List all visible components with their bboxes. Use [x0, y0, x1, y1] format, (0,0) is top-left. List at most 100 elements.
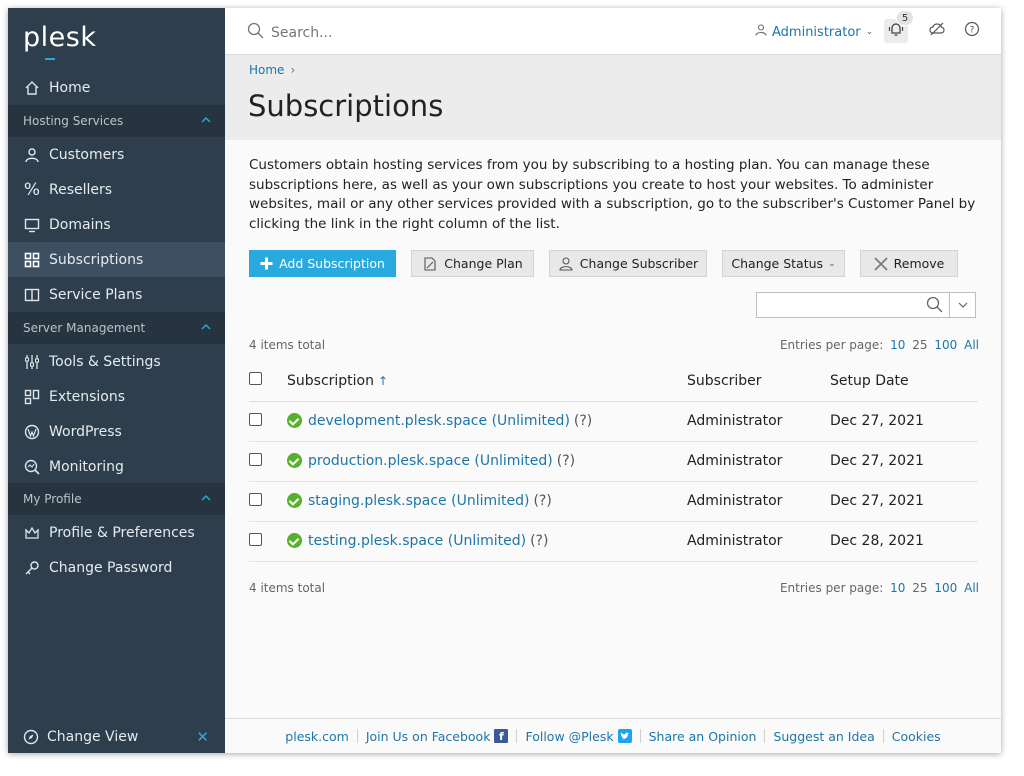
- help-link[interactable]: (?): [533, 493, 551, 509]
- status-ok-icon: [287, 493, 302, 508]
- button-label: Remove: [893, 256, 945, 271]
- help-link[interactable]: (?): [530, 533, 548, 549]
- sidebar-item-label: Change Password: [49, 559, 173, 576]
- chevron-down-icon: ⌄: [828, 258, 836, 269]
- select-all-checkbox[interactable]: [249, 372, 262, 386]
- sidebar-item-monitoring[interactable]: Monitoring: [8, 449, 225, 484]
- compass-icon: [23, 729, 39, 745]
- table-row: development.plesk.space (Unlimited) (?) A…: [249, 401, 978, 442]
- app-window: plesk Home Hosting Services Customers % …: [8, 8, 1001, 753]
- footer-link-idea[interactable]: Suggest an Idea: [773, 729, 874, 744]
- footer-divider: [882, 729, 884, 743]
- change-plan-button[interactable]: Change Plan: [411, 250, 534, 277]
- user-menu[interactable]: Administrator ⌄: [755, 24, 873, 40]
- change-view-button[interactable]: Change View ✕: [8, 721, 225, 753]
- entries-all[interactable]: All: [964, 338, 979, 352]
- twitter-icon: [617, 729, 632, 743]
- user-icon: [23, 146, 41, 164]
- change-status-button[interactable]: Change Status ⌄: [722, 250, 845, 277]
- sidebar-item-domains[interactable]: Domains: [8, 207, 225, 242]
- row-checkbox[interactable]: [249, 452, 262, 466]
- button-label: Change Plan: [444, 256, 523, 271]
- section-label: Hosting Services: [23, 114, 124, 128]
- close-icon[interactable]: ✕: [196, 728, 209, 746]
- search-box[interactable]: Search...: [247, 22, 332, 43]
- entries-all[interactable]: All: [964, 581, 979, 595]
- add-subscription-button[interactable]: Add Subscription: [249, 250, 396, 277]
- page-description: Customers obtain hosting services from y…: [249, 157, 976, 232]
- subscription-link[interactable]: staging.plesk.space (Unlimited): [308, 493, 529, 509]
- sidebar-item-label: Service Plans: [49, 286, 143, 303]
- column-setup-date[interactable]: Setup Date: [830, 361, 978, 402]
- sidebar-item-home[interactable]: Home: [8, 70, 225, 105]
- chevron-down-icon: ⌄: [865, 27, 874, 37]
- grid-icon: [23, 251, 41, 269]
- sidebar-item-tools-settings[interactable]: Tools & Settings: [8, 344, 225, 379]
- help-button[interactable]: ?: [960, 19, 984, 43]
- remove-button[interactable]: Remove: [860, 250, 958, 277]
- percent-icon: %: [23, 179, 41, 200]
- row-checkbox[interactable]: [249, 532, 262, 546]
- row-checkbox[interactable]: [249, 412, 262, 426]
- sidebar-item-label: Extensions: [49, 388, 126, 405]
- footer-link-cookies[interactable]: Cookies: [892, 729, 941, 744]
- user-name: Administrator: [772, 24, 861, 40]
- change-subscriber-button[interactable]: Change Subscriber: [549, 250, 707, 277]
- entries-100[interactable]: 100: [934, 338, 957, 352]
- entries-10[interactable]: 10: [890, 338, 905, 352]
- setup-date-cell: Dec 27, 2021: [830, 481, 978, 522]
- setup-date-cell: Dec 28, 2021: [830, 521, 978, 562]
- breadcrumb-home[interactable]: Home: [249, 63, 284, 77]
- button-label: Change Subscriber: [579, 256, 699, 271]
- footer-link-facebook[interactable]: Join Us on Facebook f: [366, 729, 509, 744]
- sidebar-item-subscriptions[interactable]: Subscriptions: [8, 242, 225, 277]
- entries-10[interactable]: 10: [890, 581, 905, 595]
- sidebar-item-customers[interactable]: Customers: [8, 137, 225, 172]
- monitor-icon: [23, 216, 41, 234]
- column-subscriber[interactable]: Subscriber: [687, 361, 830, 402]
- section-hosting-services[interactable]: Hosting Services: [8, 105, 225, 137]
- sidebar-item-resellers[interactable]: % Resellers: [8, 172, 225, 207]
- chevron-down-icon: [958, 300, 968, 311]
- subscription-link[interactable]: production.plesk.space (Unlimited): [308, 453, 553, 469]
- section-label: My Profile: [23, 492, 82, 506]
- remove-icon: [874, 256, 888, 271]
- entries-label: Entries per page:: [779, 581, 884, 595]
- subscriber-cell: Administrator: [687, 521, 830, 562]
- sidebar-item-label: Subscriptions: [49, 251, 144, 268]
- footer-link-plesk[interactable]: plesk.com: [285, 729, 349, 744]
- footer-link-twitter[interactable]: Follow @Plesk: [525, 729, 632, 744]
- plesk-logo[interactable]: plesk: [23, 22, 96, 60]
- footer-link-label: Join Us on Facebook: [365, 728, 491, 744]
- cloud-off-button[interactable]: [925, 19, 949, 43]
- search-options-dropdown[interactable]: [950, 292, 976, 318]
- sliders-icon: [23, 353, 41, 371]
- facebook-icon: f: [494, 729, 509, 743]
- search-icon: [926, 296, 943, 317]
- column-subscription[interactable]: Subscription ↑: [287, 361, 687, 402]
- section-server-management[interactable]: Server Management: [8, 312, 225, 344]
- subscription-link[interactable]: development.plesk.space (Unlimited): [308, 413, 570, 429]
- row-checkbox[interactable]: [249, 492, 262, 506]
- footer-divider: [639, 729, 641, 743]
- subscription-link[interactable]: testing.plesk.space (Unlimited): [308, 533, 526, 549]
- status-ok-icon: [287, 413, 302, 428]
- chevron-up-icon: [201, 492, 211, 506]
- entries-100[interactable]: 100: [934, 581, 957, 595]
- section-my-profile[interactable]: My Profile: [8, 483, 225, 515]
- sidebar-item-profile-preferences[interactable]: Profile & Preferences: [8, 515, 225, 550]
- sidebar-item-wordpress[interactable]: WordPress: [8, 414, 225, 449]
- help-link[interactable]: (?): [557, 453, 575, 469]
- status-ok-icon: [287, 533, 302, 548]
- home-icon: [23, 79, 41, 97]
- footer-link-opinion[interactable]: Share an Opinion: [649, 729, 757, 744]
- sidebar-item-extensions[interactable]: Extensions: [8, 379, 225, 414]
- key-icon: [23, 559, 41, 577]
- sidebar-item-service-plans[interactable]: Service Plans: [8, 277, 225, 312]
- sidebar-item-change-password[interactable]: Change Password: [8, 550, 225, 585]
- entries-25: 25: [912, 338, 928, 352]
- list-search-input[interactable]: [756, 292, 950, 318]
- search-input[interactable]: Search...: [271, 25, 332, 41]
- sidebar-item-label: Domains: [49, 216, 111, 233]
- help-link[interactable]: (?): [574, 413, 592, 429]
